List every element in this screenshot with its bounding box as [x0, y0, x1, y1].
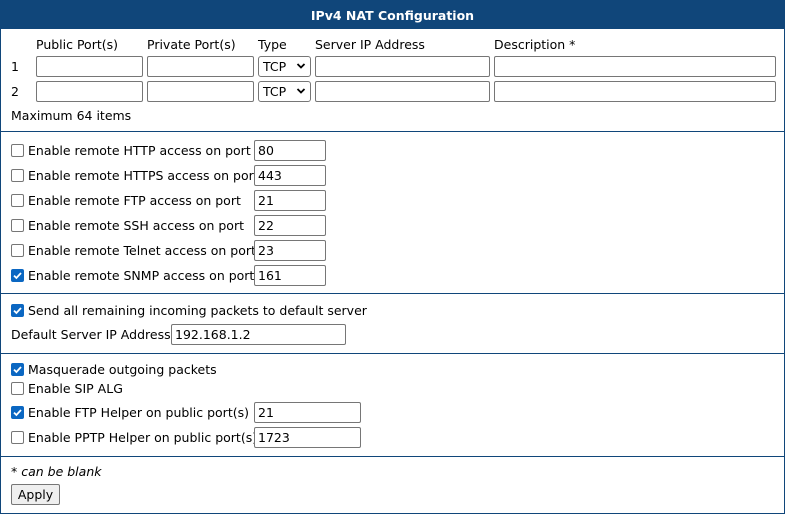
remote-snmp-checkbox[interactable] — [11, 269, 24, 282]
default-server-ip-label: Default Server IP Address — [11, 327, 171, 342]
footnote: * can be blank — [11, 464, 102, 479]
remote-ftp-checkbox[interactable] — [11, 194, 24, 207]
server-ip-input[interactable] — [315, 56, 490, 77]
ftp-helper-ports-input[interactable] — [254, 402, 361, 423]
panel-title: IPv4 NAT Configuration — [1, 1, 784, 29]
remote-ssh-port-input[interactable] — [254, 215, 326, 236]
remote-https-label: Enable remote HTTPS access on port — [28, 168, 259, 183]
masquerade-label: Masquerade outgoing packets — [28, 362, 217, 377]
remote-snmp-port-input[interactable] — [254, 265, 326, 286]
type-select-value: TCP — [263, 84, 287, 99]
default-server-ip-input[interactable] — [171, 324, 346, 345]
chevron-down-icon — [296, 88, 306, 94]
description-input[interactable] — [494, 81, 776, 102]
type-select-value: TCP — [263, 59, 287, 74]
header-description: Description * — [494, 37, 576, 52]
private-port-input[interactable] — [147, 81, 254, 102]
server-ip-input[interactable] — [315, 81, 490, 102]
public-port-input[interactable] — [36, 81, 143, 102]
remote-ftp-label: Enable remote FTP access on port — [28, 193, 241, 208]
chevron-down-icon — [296, 63, 306, 69]
remote-http-label: Enable remote HTTP access on port — [28, 143, 251, 158]
check-icon — [13, 366, 22, 374]
header-type: Type — [258, 37, 287, 52]
section-divider — [1, 131, 784, 132]
sip-alg-checkbox[interactable] — [11, 382, 24, 395]
ftp-helper-label: Enable FTP Helper on public port(s) — [28, 405, 249, 420]
remote-ssh-checkbox[interactable] — [11, 219, 24, 232]
send-default-server-label: Send all remaining incoming packets to d… — [28, 303, 367, 318]
sip-alg-label: Enable SIP ALG — [28, 381, 123, 396]
type-select[interactable]: TCP — [258, 81, 311, 102]
public-port-input[interactable] — [36, 56, 143, 77]
type-select[interactable]: TCP — [258, 56, 311, 77]
pptp-helper-label: Enable PPTP Helper on public port(s) — [28, 430, 258, 445]
ftp-helper-checkbox[interactable] — [11, 406, 24, 419]
remote-https-port-input[interactable] — [254, 165, 326, 186]
private-port-input[interactable] — [147, 56, 254, 77]
row-index: 1 — [11, 59, 19, 74]
remote-ftp-port-input[interactable] — [254, 190, 326, 211]
remote-https-checkbox[interactable] — [11, 169, 24, 182]
remote-http-port-input[interactable] — [254, 140, 326, 161]
header-server-ip: Server IP Address — [315, 37, 425, 52]
remote-telnet-checkbox[interactable] — [11, 244, 24, 257]
header-private-ports: Private Port(s) — [147, 37, 236, 52]
section-divider — [1, 353, 784, 354]
nat-config-panel: IPv4 NAT Configuration Public Port(s) Pr… — [0, 0, 785, 514]
send-default-server-checkbox[interactable] — [11, 304, 24, 317]
remote-snmp-label: Enable remote SNMP access on port — [28, 268, 255, 283]
section-divider — [1, 456, 784, 457]
section-divider — [1, 293, 784, 294]
remote-telnet-port-input[interactable] — [254, 240, 326, 261]
max-items-note: Maximum 64 items — [11, 108, 132, 123]
check-icon — [13, 307, 22, 315]
header-public-ports: Public Port(s) — [36, 37, 119, 52]
remote-telnet-label: Enable remote Telnet access on port — [28, 243, 256, 258]
remote-http-checkbox[interactable] — [11, 144, 24, 157]
row-index: 2 — [11, 84, 19, 99]
pptp-helper-ports-input[interactable] — [254, 427, 361, 448]
remote-ssh-label: Enable remote SSH access on port — [28, 218, 244, 233]
masquerade-checkbox[interactable] — [11, 363, 24, 376]
check-icon — [13, 272, 22, 280]
apply-button[interactable]: Apply — [11, 484, 60, 505]
description-input[interactable] — [494, 56, 776, 77]
check-icon — [13, 409, 22, 417]
pptp-helper-checkbox[interactable] — [11, 431, 24, 444]
